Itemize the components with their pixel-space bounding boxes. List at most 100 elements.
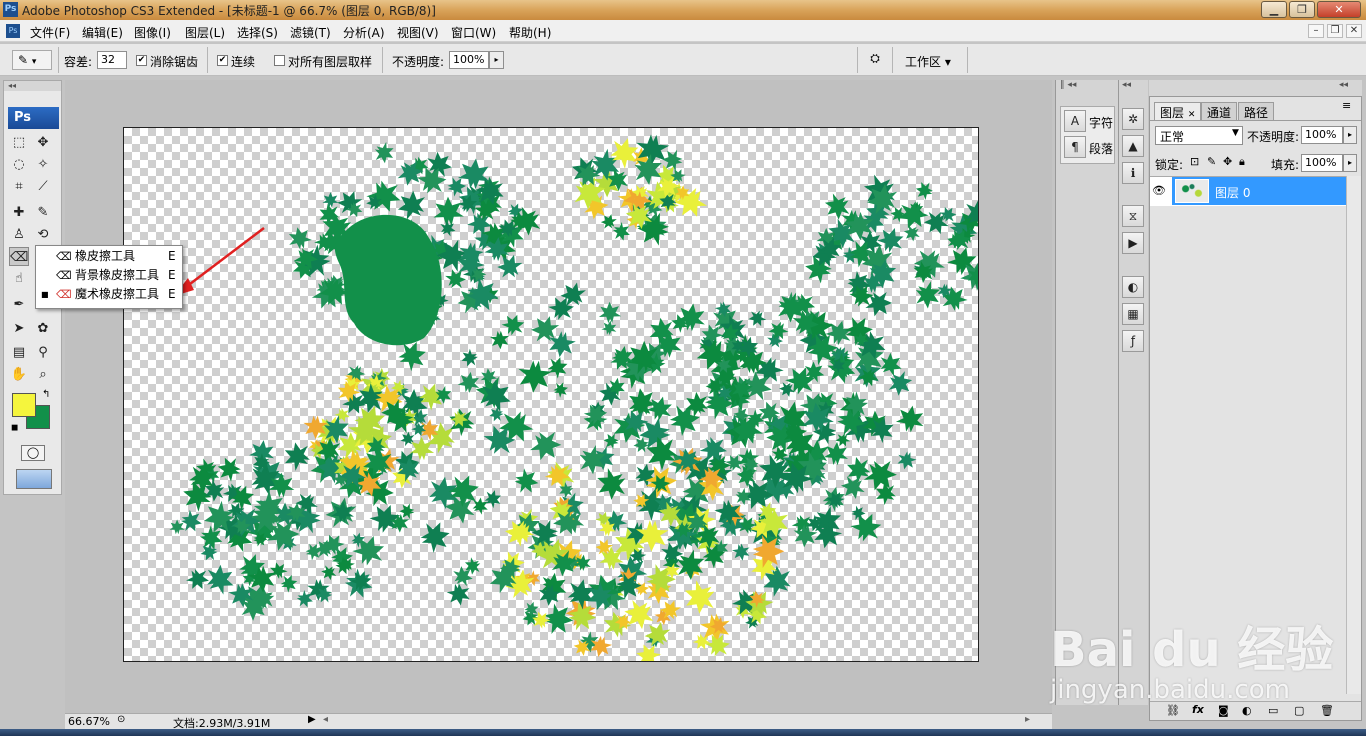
layer-opacity-input[interactable]: 100% [1301,126,1343,144]
foreground-color-swatch[interactable] [12,393,36,417]
maple-leaf [542,602,575,636]
default-colors-icon[interactable]: ◼ [11,423,18,433]
info-icon[interactable]: ℹ [1122,162,1144,184]
menu-edit[interactable]: 编辑(E) [82,24,123,41]
healing-brush-tool-icon[interactable]: ✚ [9,203,29,222]
swatches-icon[interactable]: ▦ [1122,303,1144,325]
menu-help[interactable]: 帮助(H) [509,24,551,41]
menu-file[interactable]: 文件(F) [30,24,70,41]
flyout-item-background-eraser[interactable]: ⌫ 背景橡皮擦工具 E [36,266,182,285]
crop-tool-icon[interactable]: ⌗ [9,177,29,196]
toolbox-header[interactable]: ◂◂ [4,81,61,91]
doc-restore-button[interactable]: ❐ [1327,24,1343,38]
menu-layer[interactable]: 图层(L) [185,24,225,41]
menu-filter[interactable]: 滤镜(T) [290,24,331,41]
history-brush-tool-icon[interactable]: ⟲ [33,225,53,244]
blend-mode-select[interactable]: 正常 ▼ [1155,126,1243,145]
document-icon[interactable]: Ps [6,24,20,38]
dock-header[interactable]: ‖ ◂◂ [1060,80,1076,90]
zoom-tool-icon[interactable]: ⌕ [33,365,53,384]
notes-tool-icon[interactable]: ▤ [9,343,29,362]
lock-image-icon[interactable]: ✎ [1207,155,1216,168]
move-tool-icon[interactable]: ✥ [33,133,53,152]
paragraph-icon[interactable]: ¶ [1064,136,1086,158]
dock-header[interactable]: ◂◂ [1122,80,1131,90]
paragraph-panel-label[interactable]: 段落 [1089,140,1113,157]
histogram-icon[interactable]: ▲ [1122,135,1144,157]
new-group-icon[interactable]: ▭ [1268,704,1278,717]
panel-menu-icon[interactable]: ≡ [1342,99,1351,112]
navigator-icon[interactable]: ✲ [1122,108,1144,130]
clone-stamp-tool-icon[interactable]: ♙ [9,225,29,244]
doc-minimize-button[interactable]: – [1308,24,1324,38]
tab-paths[interactable]: 路径 [1238,102,1275,120]
tab-channels[interactable]: 通道 [1201,102,1238,120]
styles-icon[interactable]: ƒ [1122,330,1144,352]
flyout-item-eraser[interactable]: ⌫ 橡皮擦工具 E [36,247,182,266]
zoom-icon[interactable]: ⊙ [117,714,125,725]
tool-preset-picker[interactable]: ✎ ▾ [12,50,52,70]
new-layer-icon[interactable]: ▢ [1294,704,1304,717]
custom-shape-tool-icon[interactable]: ✿ [33,319,53,338]
quick-mask-icon[interactable]: ◯ [21,445,45,461]
color-icon[interactable]: ◐ [1122,276,1144,298]
close-icon[interactable]: ✕ [1188,110,1196,120]
eye-icon[interactable]: 👁︎ [1152,184,1166,197]
maple-leaf [198,541,220,563]
scroll-left-icon[interactable]: ◂ [323,714,328,725]
menu-view[interactable]: 视图(V) [397,24,439,41]
menu-image[interactable]: 图像(I) [134,24,171,41]
go-to-bridge-icon[interactable]: ⛭ [864,51,886,69]
menu-analysis[interactable]: 分析(A) [343,24,385,41]
swap-colors-icon[interactable]: ↰ [42,389,50,400]
path-selection-tool-icon[interactable]: ➤ [9,319,29,338]
workspace-menu[interactable]: 工作区 ▾ [905,53,951,70]
lock-transparent-icon[interactable]: ⊡ [1190,155,1199,168]
pen-tool-icon[interactable]: ✒ [9,295,29,314]
adjustment-layer-icon[interactable]: ◐ [1242,704,1252,717]
lasso-tool-icon[interactable]: ◌ [9,155,29,174]
character-panel-label[interactable]: 字符 [1089,114,1113,131]
tolerance-input[interactable]: 32 [97,51,127,69]
layer-mask-icon[interactable]: ◙ [1218,704,1229,717]
actions-icon[interactable]: ▶ [1122,232,1144,254]
close-button[interactable]: ✕ [1317,1,1361,18]
layers-dock-header[interactable]: ◂◂ [1149,80,1362,96]
antialias-checkbox[interactable]: ✔ [136,55,147,66]
document-canvas[interactable] [123,127,979,662]
tab-layers[interactable]: 图层 ✕ [1154,102,1202,120]
sample-all-layers-checkbox[interactable] [274,55,285,66]
delete-layer-icon[interactable]: 🗑︎ [1320,704,1334,717]
flyout-item-magic-eraser[interactable]: ■ ⌫ 魔术橡皮擦工具 E [36,285,182,304]
opacity-input[interactable]: 100% [449,51,489,69]
fill-slider-button[interactable]: ▸ [1343,154,1357,172]
screen-mode-icon[interactable] [16,469,52,489]
scroll-right-icon[interactable]: ▸ [1025,714,1030,725]
smudge-tool-icon[interactable]: ☝ [9,269,29,288]
opacity-slider-button[interactable]: ▸ [489,51,504,69]
doc-close-button[interactable]: ✕ [1346,24,1362,38]
lock-position-icon[interactable]: ✥ [1223,155,1232,168]
layers-scrollbar[interactable] [1346,176,1361,694]
link-layers-icon[interactable]: ⛓ [1166,704,1180,717]
history-icon[interactable]: ⧖ [1122,205,1144,227]
eyedropper-tool-icon[interactable]: ⚲ [33,343,53,362]
menu-select[interactable]: 选择(S) [237,24,278,41]
layer-row[interactable]: 图层 0 [1172,177,1346,205]
minimize-button[interactable]: ▁ [1261,1,1287,18]
opacity-slider-button[interactable]: ▸ [1343,126,1357,144]
character-icon[interactable]: A [1064,110,1086,132]
maximize-button[interactable]: ❐ [1289,1,1315,18]
zoom-level[interactable]: 66.67% [68,715,110,728]
lock-all-icon[interactable]: 🔒︎ [1239,155,1245,169]
marquee-tool-icon[interactable]: ⬚ [9,133,29,152]
fill-input[interactable]: 100% [1301,154,1343,172]
status-menu-arrow-icon[interactable]: ▶ [308,714,316,725]
hand-tool-icon[interactable]: ✋ [9,365,29,384]
brush-tool-icon[interactable]: ✎ [33,203,53,222]
magic-wand-tool-icon[interactable]: ✧ [33,155,53,174]
contiguous-checkbox[interactable]: ✔ [217,55,228,66]
menu-window[interactable]: 窗口(W) [451,24,496,41]
eraser-tool-icon[interactable]: ⌫ [9,247,29,266]
slice-tool-icon[interactable]: ⟋ [33,177,53,196]
